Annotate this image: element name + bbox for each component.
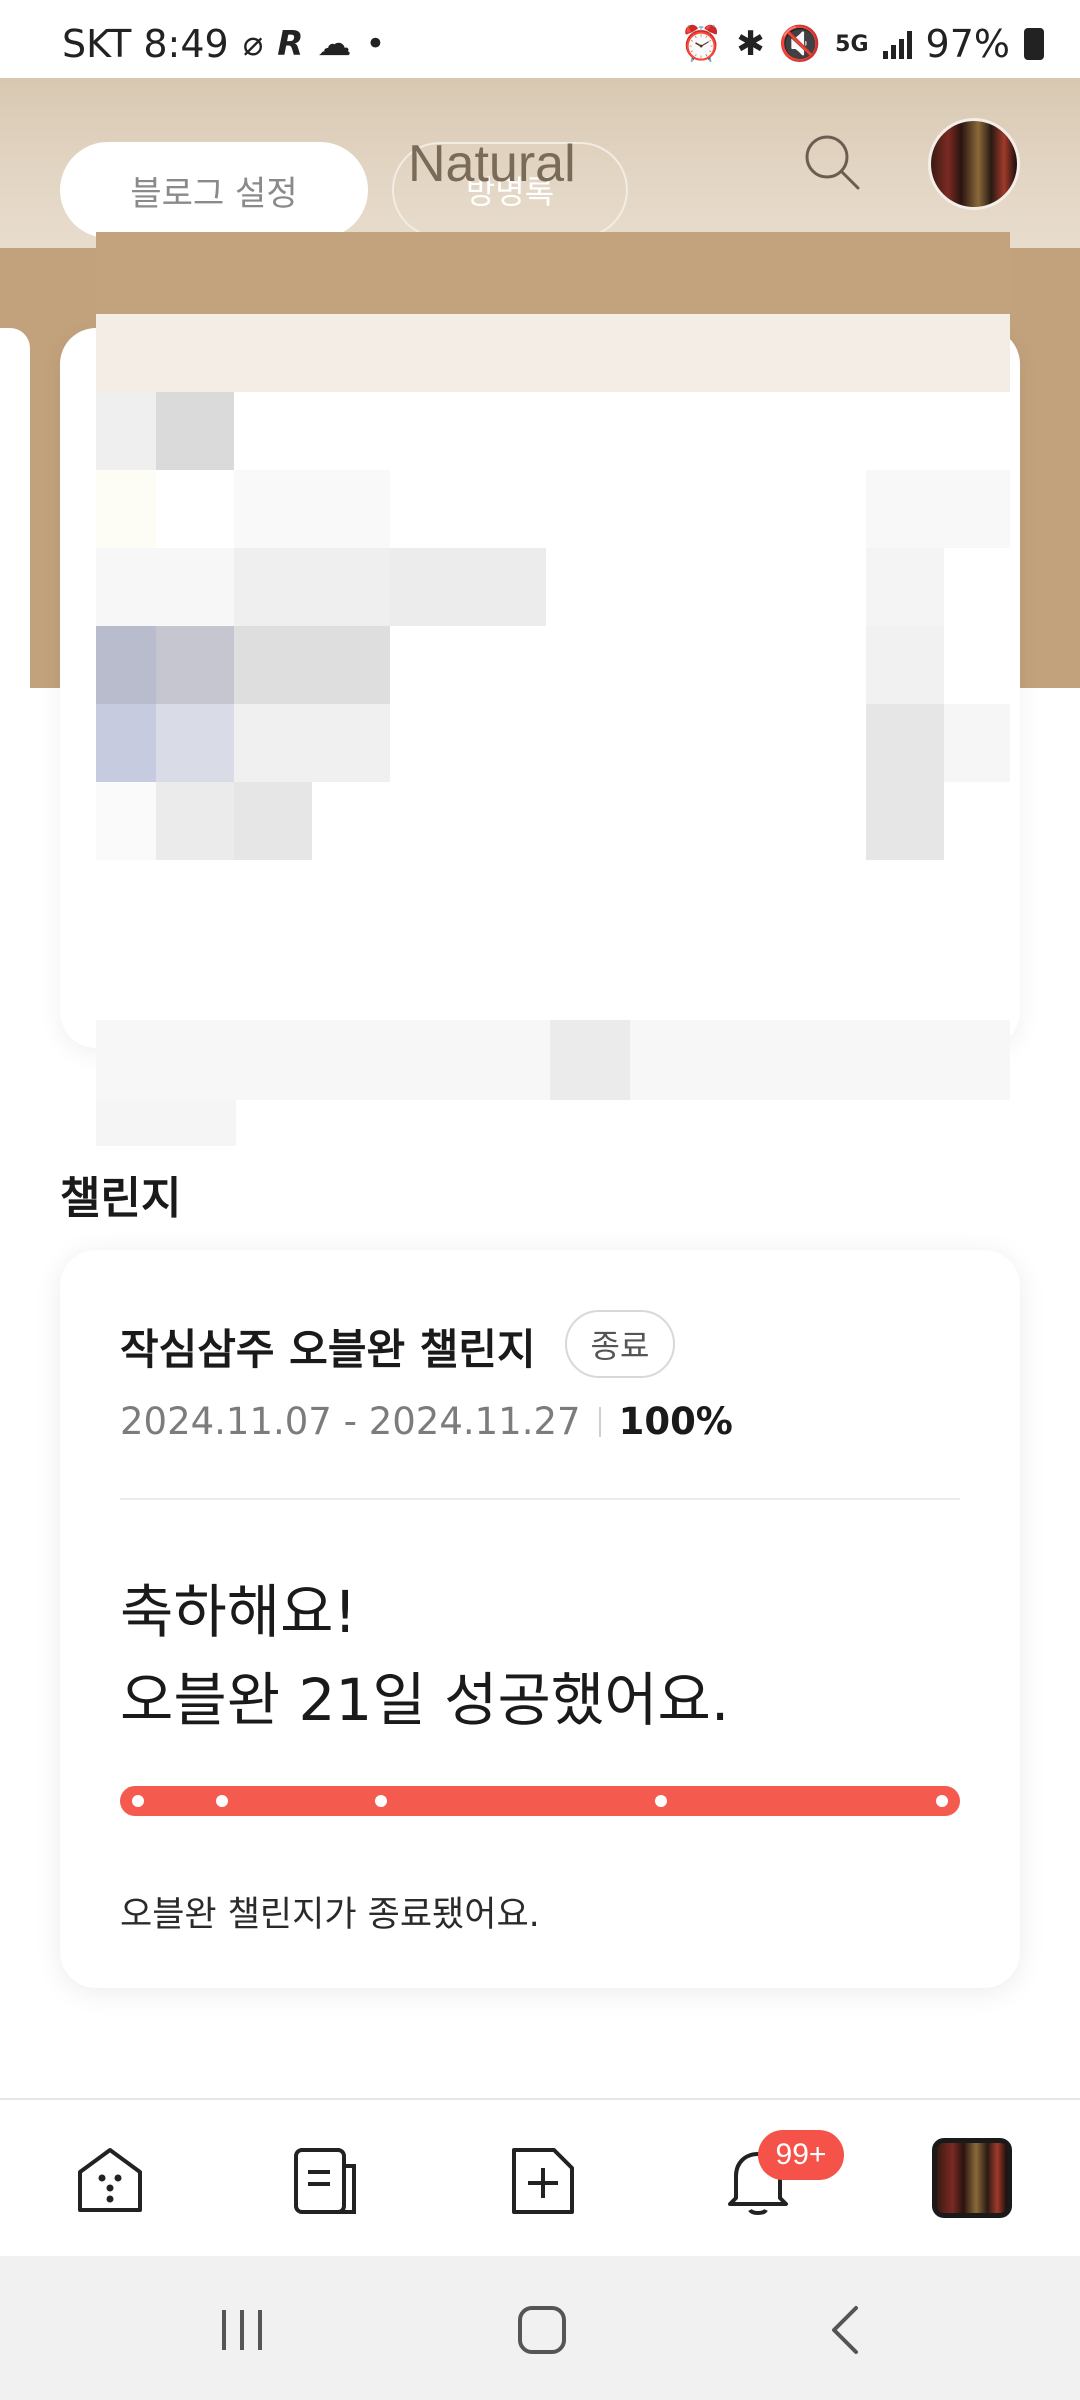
alarm-icon: ⏰ <box>679 24 723 64</box>
bluetooth-icon: ✱ <box>736 24 765 64</box>
dot-icon: • <box>365 24 386 64</box>
new-post-icon[interactable] <box>506 2142 582 2218</box>
status-badge: 종료 <box>565 1310 675 1378</box>
status-badge-label: 종료 <box>590 1327 650 1365</box>
congrats-line-2: 오블완 21일 성공했어요. <box>120 1666 730 1734</box>
mute-icon: 🔇 <box>778 24 822 64</box>
bottom-navigation: 99+ <box>0 2098 1080 2256</box>
home-icon[interactable] <box>72 2142 148 2218</box>
posts-icon[interactable] <box>288 2142 364 2218</box>
signal-icon <box>882 29 912 59</box>
battery-icon <box>1024 28 1044 60</box>
battery-percent: 97% <box>925 22 1010 66</box>
carrier-time: SKT 8:49 <box>62 22 229 66</box>
blog-title: Natural <box>408 135 576 193</box>
back-button[interactable] <box>816 2300 876 2360</box>
blurred-banner <box>96 232 1010 314</box>
challenge-card[interactable]: 작심삼주 오블완 챌린지 종료 2024.11.07 - 2024.11.27 … <box>60 1250 1020 1988</box>
blurred-content <box>96 392 1010 862</box>
notification-count-badge: 99+ <box>758 2130 844 2180</box>
search-icon[interactable] <box>800 130 864 194</box>
challenge-progress-percent: 100% <box>618 1400 733 1443</box>
congrats-line-1: 축하해요! <box>120 1578 357 1646</box>
profile-tab-avatar[interactable] <box>932 2138 1012 2218</box>
congrats-message: 축하해요! 오블완 21일 성공했어요. <box>120 1568 729 1744</box>
5g-icon: 5G <box>835 31 869 57</box>
profile-avatar[interactable] <box>928 118 1020 210</box>
challenge-progress-bar <box>120 1786 960 1816</box>
previous-card-edge <box>0 328 30 1048</box>
challenge-meta: 2024.11.07 - 2024.11.27 100% <box>120 1400 733 1443</box>
blurred-spot <box>550 1020 630 1100</box>
status-bar: SKT 8:49 ⌀ R ☁ • ⏰ ✱ 🔇 5G 97% <box>0 0 1080 78</box>
meta-separator <box>598 1406 601 1437</box>
challenge-date-range: 2024.11.07 - 2024.11.27 <box>120 1400 581 1443</box>
progress-dot <box>655 1795 667 1807</box>
r-app-icon: R <box>277 24 304 64</box>
system-navigation-bar <box>0 2256 1080 2400</box>
progress-dot <box>936 1795 948 1807</box>
progress-dot <box>216 1795 228 1807</box>
link-icon: ⌀ <box>242 24 264 64</box>
progress-dot <box>132 1795 144 1807</box>
home-button[interactable] <box>512 2300 572 2360</box>
blog-settings-label: 블로그 설정 <box>130 173 298 214</box>
challenge-section-title: 챌린지 <box>60 1173 182 1224</box>
blog-settings-button[interactable]: 블로그 설정 <box>60 142 368 238</box>
recents-button[interactable] <box>212 2300 272 2360</box>
progress-dot <box>375 1795 387 1807</box>
cloud-icon: ☁ <box>317 24 352 64</box>
blurred-subbanner <box>96 314 1010 392</box>
challenge-ended-message: 오블완 챌린지가 종료됐어요. <box>120 1895 540 1935</box>
challenge-name: 작심삼주 오블완 챌린지 <box>120 1325 536 1374</box>
blurred-row-tail <box>96 1100 236 1146</box>
card-divider <box>120 1498 960 1500</box>
